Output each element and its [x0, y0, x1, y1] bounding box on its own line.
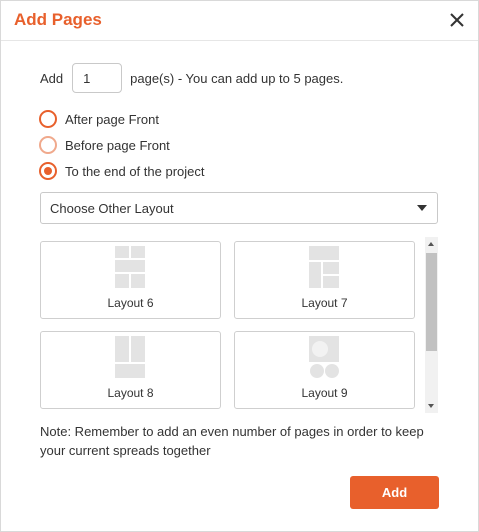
dialog-header: Add Pages	[1, 1, 478, 41]
layout-card-8[interactable]: Layout 8	[40, 331, 221, 409]
radio-button[interactable]	[39, 136, 57, 154]
scroll-up-arrow-icon[interactable]	[428, 242, 434, 246]
radio-label: Before page Front	[65, 137, 170, 153]
layout-8-thumbnail	[115, 336, 145, 378]
radio-button[interactable]	[39, 110, 57, 128]
chevron-down-icon	[417, 205, 427, 211]
layout-6-thumbnail	[115, 246, 145, 288]
radio-button-selected[interactable]	[39, 162, 57, 180]
scroll-down-arrow-icon[interactable]	[428, 404, 434, 408]
layout-grid: Layout 6 Layout 7 Layout 8 Layout 9	[40, 237, 440, 413]
add-pages-row: Add page(s) - You can add up to 5 pages.	[40, 62, 343, 94]
layout-select[interactable]: Choose Other Layout	[40, 192, 438, 224]
radio-label: To the end of the project	[65, 163, 205, 179]
layout-card-7[interactable]: Layout 7	[234, 241, 415, 319]
layout-name: Layout 8	[107, 386, 154, 400]
add-pages-dialog: Add Pages Add page(s) - You can add up t…	[0, 0, 479, 532]
layout-card-9[interactable]: Layout 9	[234, 331, 415, 409]
add-label: Add	[40, 70, 64, 86]
pages-count-input[interactable]	[72, 63, 123, 93]
dialog-title: Add Pages	[14, 10, 102, 29]
layout-name: Layout 9	[301, 386, 348, 400]
radio-after-page[interactable]: After page Front	[39, 109, 159, 129]
pages-hint: page(s) - You can add up to 5 pages.	[130, 70, 344, 86]
radio-label: After page Front	[65, 111, 159, 127]
scrollbar-thumb[interactable]	[426, 253, 437, 351]
radio-end-of-project[interactable]: To the end of the project	[39, 161, 204, 181]
radio-before-page[interactable]: Before page Front	[39, 135, 170, 155]
layout-9-thumbnail	[309, 336, 339, 378]
layout-name: Layout 7	[301, 296, 348, 310]
layout-name: Layout 6	[107, 296, 154, 310]
layout-card-6[interactable]: Layout 6	[40, 241, 221, 319]
layout-7-thumbnail	[309, 246, 339, 288]
even-pages-note: Note: Remember to add an even number of …	[40, 424, 424, 458]
close-icon[interactable]	[446, 9, 468, 31]
layout-scrollbar[interactable]	[425, 237, 438, 413]
add-button[interactable]: Add	[350, 476, 439, 509]
layout-select-value: Choose Other Layout	[50, 200, 174, 216]
